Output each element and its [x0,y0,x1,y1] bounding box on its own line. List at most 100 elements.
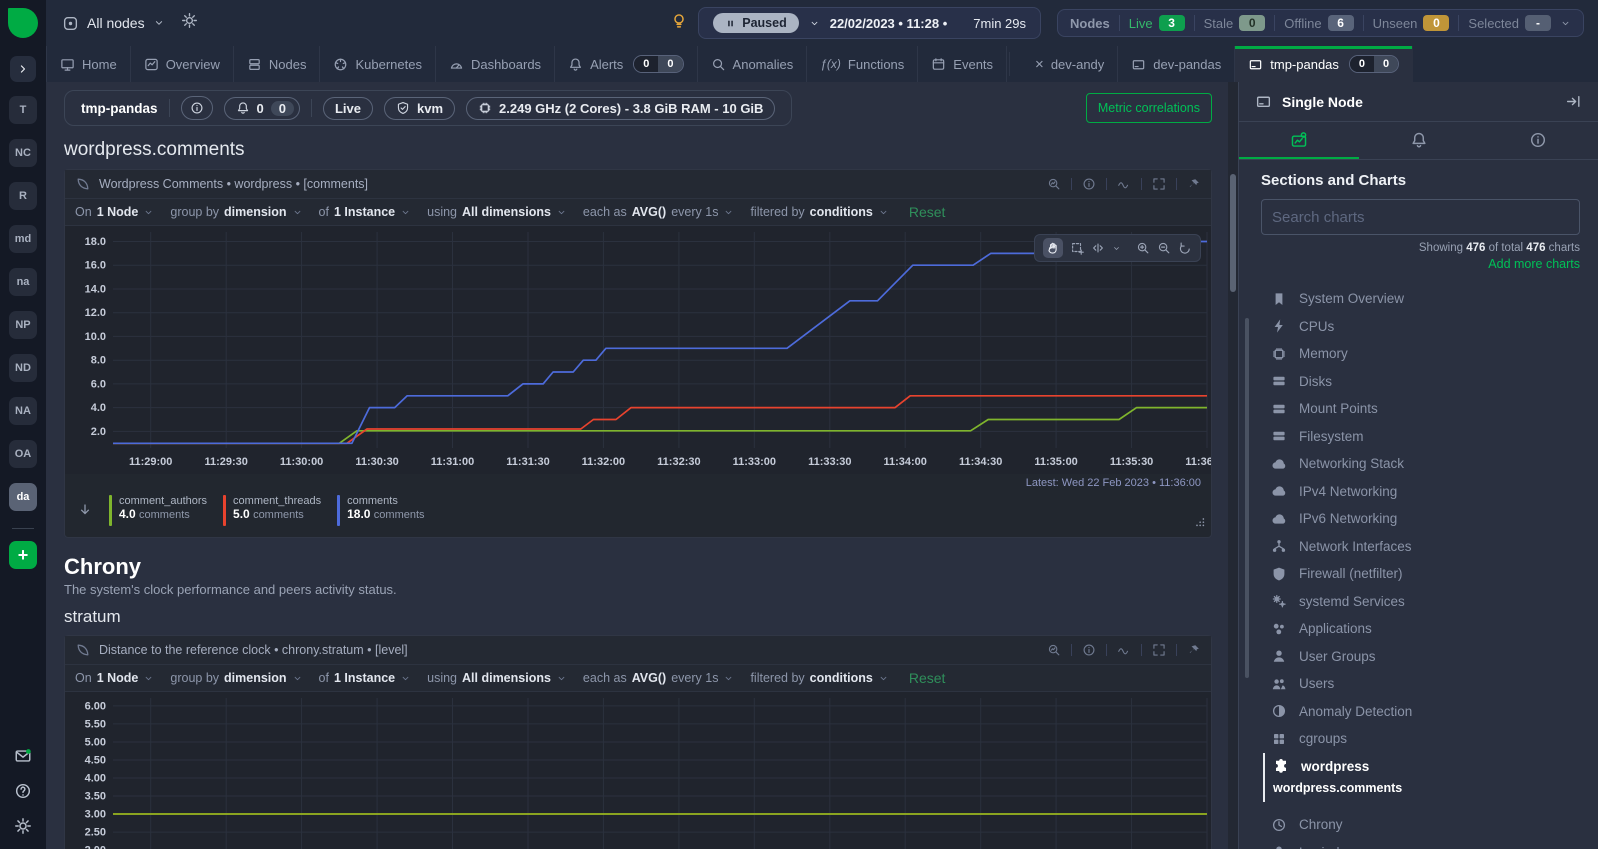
selected-stat[interactable]: Selected - [1468,15,1551,31]
workspace-na[interactable]: na [9,268,37,296]
workspace-NC[interactable]: NC [9,139,37,167]
filter-On[interactable]: On 1 Node [75,205,154,219]
filter-group-by[interactable]: group by dimension [170,205,302,219]
workspace-T[interactable]: T [9,96,37,124]
filter-group-by[interactable]: group by dimension [170,671,302,685]
chart-resize-handle[interactable] [1194,515,1206,533]
tab-kubernetes[interactable]: Kubernetes [320,46,436,82]
sidebar-item-filesystem[interactable]: Filesystem [1261,423,1580,451]
chart-zoom-icon[interactable] [1047,177,1061,191]
chart-fullscreen-icon[interactable] [1152,177,1166,191]
tab-overview[interactable]: Overview [131,46,234,82]
stat-live[interactable]: Live 3 [1129,15,1185,31]
chart-info-icon[interactable] [1082,643,1096,657]
topbar-settings-button[interactable] [181,12,198,34]
tab-charts[interactable] [1239,122,1359,159]
workspace-NA[interactable]: NA [9,397,37,425]
sidebar-item-disks[interactable]: Disks [1261,368,1580,396]
filter-of[interactable]: of 1 Instance [319,671,412,685]
node-info-button[interactable] [180,96,213,120]
sidebar-item-ipv6-networking[interactable]: IPv6 Networking [1261,505,1580,533]
pan-tool-button[interactable] [1043,238,1063,258]
metric-correlations-button[interactable]: Metric correlations [1085,93,1212,123]
sidebar-item-user-groups[interactable]: User Groups [1261,643,1580,671]
chart-canvas[interactable]: 2.00 2.50 3.00 3.50 4.00 4.50 5.00 5.50 6.00 [65,692,1211,849]
sidebar-item-ipv4-networking[interactable]: IPv4 Networking [1261,478,1580,506]
sidebar-item-applications[interactable]: Applications [1261,615,1580,643]
sidebar-item-systemd-services[interactable]: systemd Services [1261,588,1580,616]
sidebar-item-firewall-netfilter-[interactable]: Firewall (netfilter) [1261,560,1580,588]
filter-using[interactable]: using All dimensions [427,205,567,219]
workspace-ND[interactable]: ND [9,354,37,382]
zoom-out-button[interactable] [1157,241,1171,255]
add-workspace-button[interactable]: + [9,541,37,569]
expand-rail-button[interactable] [10,56,36,82]
stat-unseen[interactable]: Unseen 0 [1373,15,1450,31]
tab-home[interactable]: Home [47,46,131,82]
search-charts-input[interactable] [1261,199,1580,235]
sidebar-subitem-wordpress.comments[interactable]: wordpress.comments [1271,780,1580,802]
datetime-label[interactable]: 22/02/2023 • 11:28 • [830,16,948,31]
workspace-da[interactable]: da [9,483,37,511]
sidebar-item-memory[interactable]: Memory [1261,340,1580,368]
workspace-OA[interactable]: OA [9,440,37,468]
chart-type-icon[interactable] [1117,177,1131,191]
chart-canvas[interactable]: 2.0 4.0 6.0 8.0 10.0 12.0 14.0 16.0 18.0 11:29:00… [65,226,1211,474]
collapse-sidebar-icon[interactable] [1565,93,1582,110]
chart-pin-icon[interactable] [1187,177,1201,191]
tab-nodes[interactable]: Nodes [234,46,321,82]
workspace-NP[interactable]: NP [9,311,37,339]
paused-button[interactable]: Paused [713,13,799,33]
chart-zoom-icon[interactable] [1047,643,1061,657]
reset-zoom-button[interactable] [1178,241,1192,255]
sidebar-item-network-interfaces[interactable]: Network Interfaces [1261,533,1580,561]
tab-functions[interactable]: ƒ(x) Functions [807,46,919,82]
workspace-md[interactable]: md [9,225,37,253]
scrollbar-thumb[interactable] [1230,174,1236,292]
netdata-logo[interactable] [8,8,38,38]
reset-filters-button[interactable]: Reset [909,670,946,686]
help-icon[interactable] [14,782,32,800]
sidebar-item-cgroups[interactable]: cgroups [1261,725,1580,753]
legend-item-comment_threads[interactable]: comment_threads 5.0 comments [223,495,321,526]
news-icon[interactable] [14,747,32,765]
sidebar-item-chrony[interactable]: Chrony [1261,811,1580,839]
filter-of[interactable]: of 1 Instance [319,205,412,219]
chart-type-icon[interactable] [1117,643,1131,657]
stat-stale[interactable]: Stale 0 [1204,15,1266,31]
chart-fullscreen-icon[interactable] [1152,643,1166,657]
chart-plot-area[interactable]: 2.0 4.0 6.0 8.0 10.0 12.0 14.0 16.0 18.0 11:29:00… [65,226,1211,474]
workspace-R[interactable]: R [9,182,37,210]
tab-dev-andy[interactable]: × dev-andy [1022,46,1119,82]
node-selector[interactable]: All nodes [62,15,165,32]
tab-alerts[interactable]: Alerts 0 0 [555,46,698,82]
sidebar-item-system-overview[interactable]: System Overview [1261,285,1580,313]
news-bulb-icon[interactable] [670,12,688,35]
filter-each-as[interactable]: each as AVG() every 1s [583,671,735,685]
tab-tmp-pandas[interactable]: tmp-pandas 0 0 [1235,46,1414,82]
main-scrollbar[interactable] [1228,82,1238,849]
sidebar-item-networking-stack[interactable]: Networking Stack [1261,450,1580,478]
chart-info-icon[interactable] [1082,177,1096,191]
add-more-charts-link[interactable]: Add more charts [1261,257,1580,271]
legend-item-comments[interactable]: comments 18.0 comments [337,495,425,526]
tab-dashboards[interactable]: Dashboards [436,46,556,82]
tab-anomalies[interactable]: Anomalies [698,46,808,82]
filter-using[interactable]: using All dimensions [427,671,567,685]
horizontal-zoom-button[interactable] [1091,241,1105,255]
filter-filtered-by[interactable]: filtered by conditions [750,671,888,685]
filter-filtered-by[interactable]: filtered by conditions [750,205,888,219]
tab-info[interactable] [1478,122,1598,159]
sidebar-scrollbar-thumb[interactable] [1245,318,1249,678]
filter-each-as[interactable]: each as AVG() every 1s [583,205,735,219]
zoom-in-button[interactable] [1136,241,1150,255]
sidebar-item-wordpress[interactable]: wordpress [1271,753,1580,781]
legend-sort-icon[interactable] [77,502,93,523]
selected-chevron-icon[interactable] [1560,18,1571,29]
sidebar-item-cpus[interactable]: CPUs [1261,313,1580,341]
stat-offline[interactable]: Offline 6 [1284,15,1354,31]
sidebar-item-anomaly-detection[interactable]: Anomaly Detection [1261,698,1580,726]
sidebar-item-mount-points[interactable]: Mount Points [1261,395,1580,423]
sidebar-item-users[interactable]: Users [1261,670,1580,698]
tab-events[interactable]: Events [918,46,1008,82]
